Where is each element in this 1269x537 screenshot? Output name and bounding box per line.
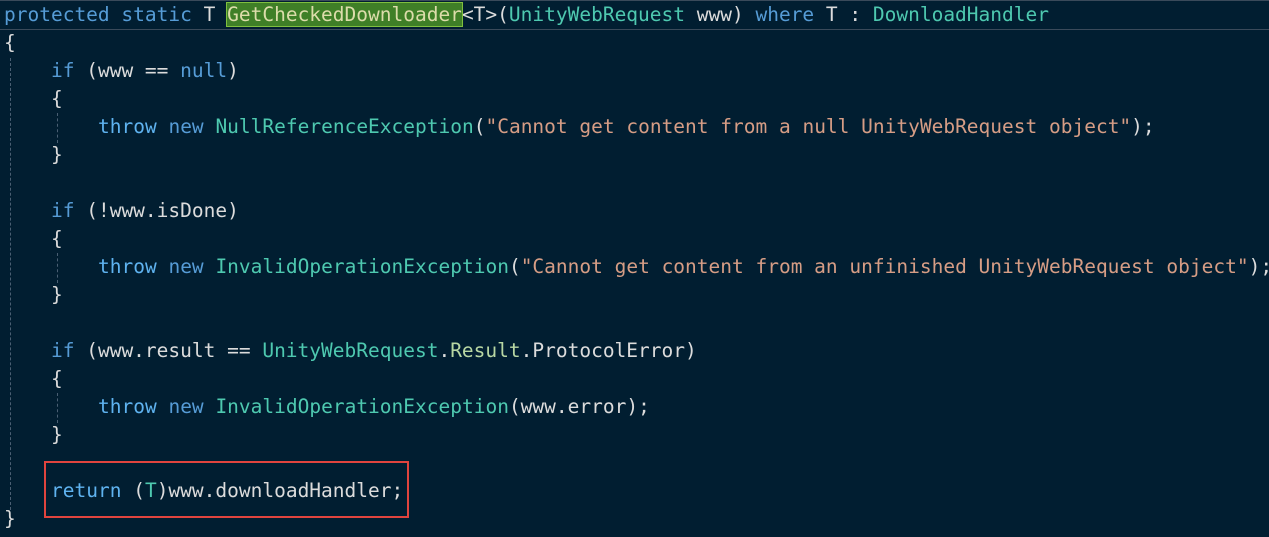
keyword-if: if (51, 199, 75, 222)
close-brace: } (51, 423, 63, 446)
close-brace: } (51, 283, 63, 306)
string-literal: "Cannot get content from a null UnityWeb… (485, 115, 1132, 138)
dot: . (438, 339, 451, 362)
keyword-throw: throw (98, 395, 157, 418)
keyword-null: null (180, 59, 228, 82)
enum-member: .ProtocolError) (520, 339, 697, 362)
paren: ( (473, 115, 486, 138)
code-line-signature[interactable]: protected static T GetCheckedDownloader<… (4, 1, 1049, 29)
generic-params: <T>( (461, 3, 509, 26)
open-brace: { (51, 87, 63, 110)
open-brace: { (51, 227, 63, 250)
exception-type: InvalidOperationException (215, 255, 509, 278)
indent-guide (57, 393, 58, 423)
code-line-if-protocol-error[interactable]: if (www.result == UnityWebRequest.Result… (51, 337, 697, 365)
open-brace: { (4, 31, 16, 54)
constraint-target: T : (814, 3, 873, 26)
condition: (www.result == (74, 339, 263, 362)
open-brace: { (51, 367, 63, 390)
keyword-new: new (168, 115, 204, 138)
condition: (!www.isDone) (74, 199, 239, 222)
exception-type: InvalidOperationException (215, 395, 509, 418)
code-line-brace[interactable]: } (51, 141, 63, 169)
enum-type: Result (450, 339, 521, 362)
keyword-where: where (755, 3, 815, 26)
code-line-close-brace[interactable]: } (4, 505, 16, 533)
method-name[interactable]: GetCheckedDownloader (226, 2, 463, 27)
indent-guide (10, 58, 11, 510)
keyword-new: new (168, 395, 204, 418)
code-line-throw-error[interactable]: throw new InvalidOperationException(www.… (98, 393, 650, 421)
param-name: www) (685, 3, 756, 26)
keyword-throw: throw (98, 115, 157, 138)
code-line-throw-null[interactable]: throw new NullReferenceException("Cannot… (98, 113, 1155, 141)
keyword-throw: throw (98, 255, 157, 278)
code-line-brace[interactable]: { (51, 365, 63, 393)
keyword-if: if (51, 339, 75, 362)
code-line-brace[interactable]: } (51, 281, 63, 309)
annotation-highlight-box (44, 461, 409, 518)
paren: ( (508, 255, 521, 278)
paren-close: ); (1248, 255, 1269, 278)
exception-type: NullReferenceException (215, 115, 474, 138)
keyword-static: static (121, 3, 192, 26)
param-type: UnityWebRequest (508, 3, 686, 26)
type-reference: UnityWebRequest (262, 339, 439, 362)
close-brace: } (4, 507, 16, 530)
close-brace: } (51, 143, 63, 166)
string-literal: "Cannot get content from an unfinished U… (520, 255, 1249, 278)
code-line-open-brace[interactable]: { (4, 29, 16, 57)
condition: (www == (74, 59, 181, 82)
arguments: (www.error); (508, 395, 650, 418)
indent-guide (57, 253, 58, 283)
code-line-if-isdone[interactable]: if (!www.isDone) (51, 197, 239, 225)
paren-close: ); (1131, 115, 1155, 138)
condition-close: ) (227, 59, 239, 82)
constraint-type: DownloadHandler (872, 3, 1049, 26)
code-line-if-null[interactable]: if (www == null) (51, 57, 239, 85)
code-line-throw-unfinished[interactable]: throw new InvalidOperationException("Can… (98, 253, 1269, 281)
code-line-brace[interactable]: } (51, 421, 63, 449)
keyword-if: if (51, 59, 75, 82)
code-editor[interactable]: protected static T GetCheckedDownloader<… (0, 0, 1269, 537)
code-line-brace[interactable]: { (51, 225, 63, 253)
code-line-brace[interactable]: { (51, 85, 63, 113)
keyword-protected: protected (4, 3, 110, 26)
return-type: T (203, 3, 216, 26)
keyword-new: new (168, 255, 204, 278)
indent-guide (57, 113, 58, 143)
